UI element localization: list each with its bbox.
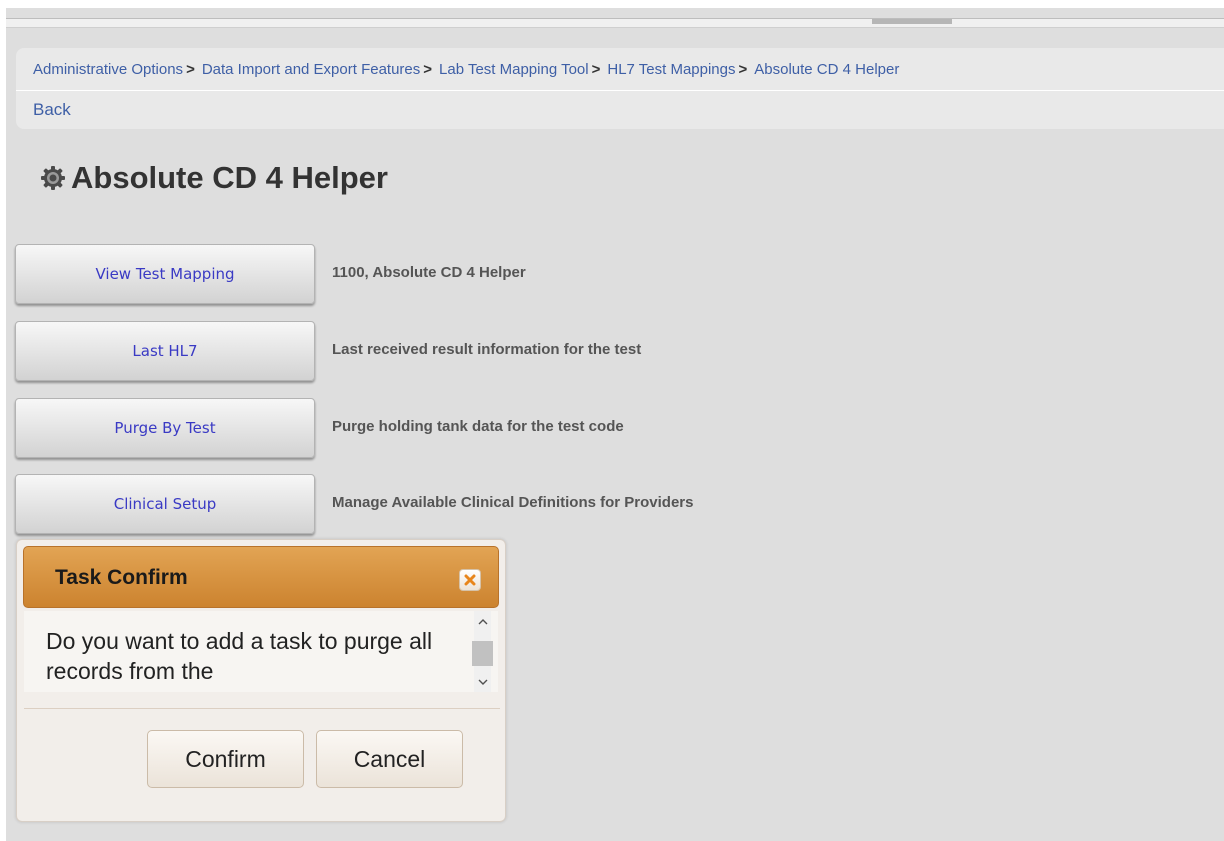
breadcrumb-item-lab-test-mapping-tool[interactable]: Lab Test Mapping Tool	[439, 61, 589, 78]
horizontal-scrollbar[interactable]	[6, 18, 1224, 28]
dialog-message: Do you want to add a task to purge all r…	[46, 628, 433, 684]
action-description: Purge holding tank data for the test cod…	[332, 418, 624, 435]
breadcrumb-item-hl7-test-mappings[interactable]: HL7 Test Mappings	[607, 61, 735, 78]
breadcrumb-separator: >	[738, 60, 748, 78]
action-description: Last received result information for the…	[332, 341, 642, 358]
view-test-mapping-button[interactable]: View Test Mapping	[15, 244, 315, 304]
breadcrumb-separator: >	[423, 60, 433, 78]
breadcrumb-item-administrative-options[interactable]: Administrative Options	[33, 61, 183, 78]
breadcrumb-separator: >	[591, 60, 601, 78]
dialog-body: Do you want to add a task to purge all r…	[24, 611, 498, 692]
dialog-header[interactable]: Task Confirm	[23, 546, 499, 608]
action-row-last-hl7: Last HL7 Last received result informatio…	[15, 321, 815, 383]
breadcrumb-item-data-import-export[interactable]: Data Import and Export Features	[202, 61, 420, 78]
task-confirm-dialog: Task Confirm Do you want to add a task t…	[16, 539, 506, 822]
page-title: Absolute CD 4 Helper	[40, 160, 388, 196]
chevron-down-icon	[478, 679, 487, 685]
action-description: Manage Available Clinical Definitions fo…	[332, 494, 694, 511]
breadcrumb: Administrative Options > Data Import and…	[16, 48, 1224, 91]
last-hl7-button[interactable]: Last HL7	[15, 321, 315, 381]
chevron-up-icon	[478, 619, 487, 625]
dialog-title: Task Confirm	[55, 566, 188, 589]
scroll-down-button[interactable]	[474, 674, 491, 691]
cancel-button[interactable]: Cancel	[316, 730, 463, 788]
dialog-close-button[interactable]	[459, 569, 481, 591]
back-link[interactable]: Back	[33, 100, 71, 120]
clinical-setup-button[interactable]: Clinical Setup	[15, 474, 315, 534]
dialog-scrollbar[interactable]	[472, 611, 493, 692]
purge-by-test-button[interactable]: Purge By Test	[15, 398, 315, 458]
scroll-up-button[interactable]	[474, 613, 491, 630]
scrollbar-thumb[interactable]	[872, 19, 952, 24]
page-title-text: Absolute CD 4 Helper	[71, 160, 388, 195]
action-row-clinical-setup: Clinical Setup Manage Available Clinical…	[15, 474, 815, 536]
scrollbar-thumb[interactable]	[472, 641, 493, 666]
close-icon	[464, 574, 476, 586]
confirm-button[interactable]: Confirm	[147, 730, 304, 788]
action-row-purge-by-test: Purge By Test Purge holding tank data fo…	[15, 398, 815, 460]
breadcrumb-item-current[interactable]: Absolute CD 4 Helper	[754, 61, 899, 78]
gear-icon	[41, 166, 65, 190]
action-row-view-test-mapping: View Test Mapping 1100, Absolute CD 4 He…	[15, 244, 815, 306]
back-bar: Back	[16, 91, 1224, 129]
action-description: 1100, Absolute CD 4 Helper	[332, 264, 526, 281]
dialog-divider	[24, 708, 500, 709]
breadcrumb-separator: >	[186, 60, 195, 78]
page-content: Administrative Options > Data Import and…	[6, 8, 1224, 841]
